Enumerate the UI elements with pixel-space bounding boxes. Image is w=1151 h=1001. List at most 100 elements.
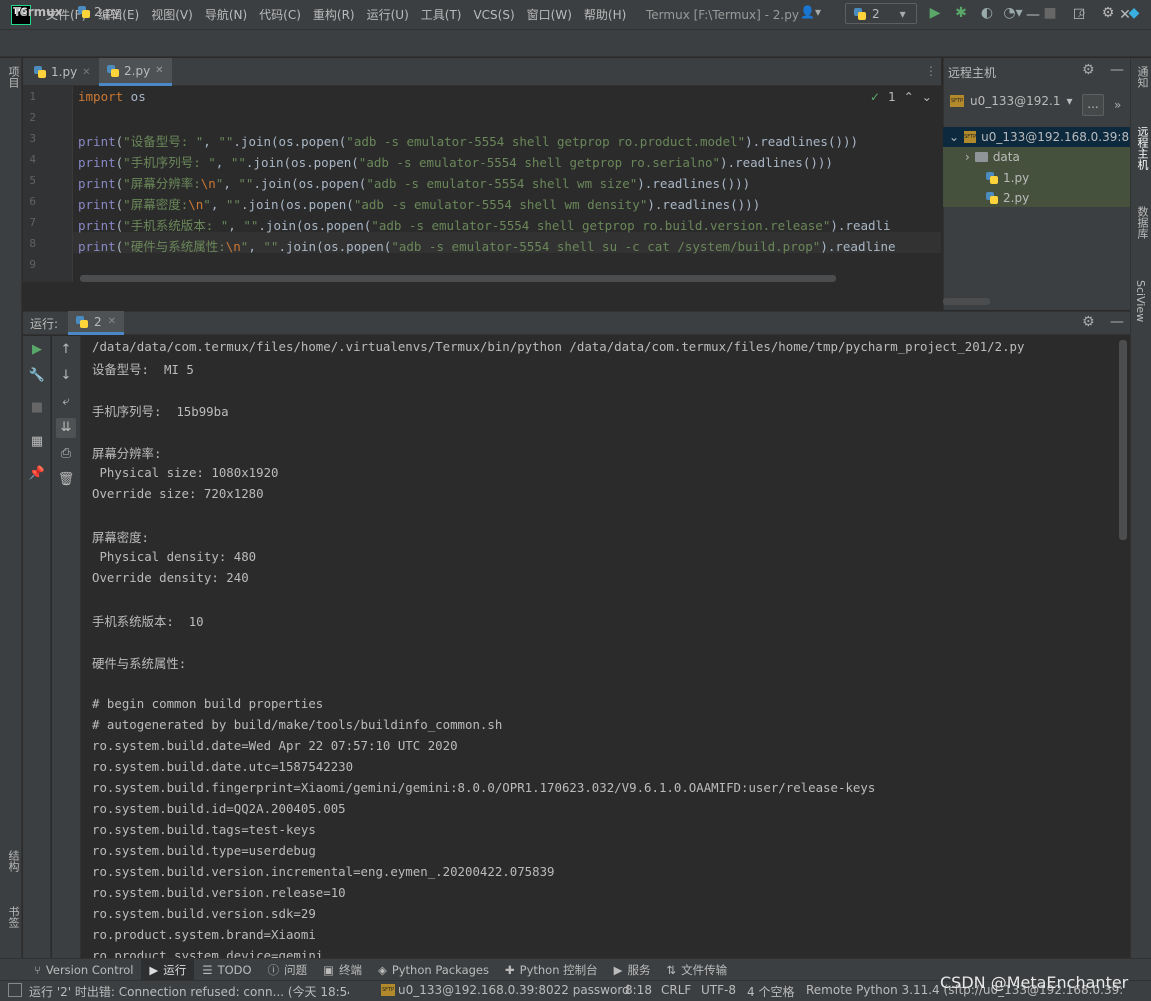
debug-icon[interactable]: ✱: [951, 3, 971, 23]
code-token: "": [238, 176, 254, 191]
tool-label: 服务: [627, 963, 651, 977]
close-tab-icon[interactable]: ✕: [108, 316, 116, 327]
code-token: os: [123, 89, 146, 104]
problems-tool[interactable]: ⓘ 问题: [260, 959, 316, 981]
code-token: ,: [203, 134, 219, 149]
menu-item[interactable]: 窗口(W): [521, 0, 578, 30]
status-remote-host[interactable]: SFTP u0_133@192.168.0.39:8022 password: [381, 983, 630, 997]
code-line[interactable]: print("手机系统版本: ", "".join(os.popen("adb …: [78, 215, 891, 234]
terminal-tool[interactable]: ▣ 终端: [315, 959, 370, 981]
code-line[interactable]: print("硬件与系统属性:\n", "".join(os.popen("ad…: [78, 236, 896, 255]
settings-icon[interactable]: ⚙: [1082, 314, 1095, 330]
more-button[interactable]: ...: [1082, 94, 1104, 116]
breadcrumb-file[interactable]: 2.py: [78, 5, 120, 19]
sciview-tool-button[interactable]: SciView: [1134, 280, 1147, 322]
tab-1-py[interactable]: 1.py ✕: [26, 58, 99, 86]
soft-wrap-icon[interactable]: ⤶: [56, 392, 76, 412]
remote-tree-item-2-py[interactable]: 2.py: [986, 188, 1029, 208]
stop-icon[interactable]: ■: [27, 398, 47, 418]
remote-host-select[interactable]: SFTP u0_133@192.1 ▾: [950, 94, 1073, 108]
menu-item[interactable]: 帮助(H): [578, 0, 632, 30]
horizontal-scrollbar[interactable]: [80, 275, 836, 282]
arrow-up-icon[interactable]: ↑: [56, 340, 76, 360]
settings-icon[interactable]: ⚙: [1082, 62, 1095, 78]
profile-icon[interactable]: ◔▾: [1003, 3, 1023, 23]
code-line[interactable]: print("设备型号: ", "".join(os.popen("adb -s…: [78, 131, 858, 150]
status-encoding[interactable]: UTF-8: [701, 983, 736, 997]
tool-label: Python 控制台: [519, 963, 598, 977]
status-caret-position[interactable]: 8:18: [625, 983, 652, 997]
notifications-tool-button[interactable]: 通知: [1134, 66, 1150, 88]
console-vertical-scrollbar[interactable]: [1119, 340, 1127, 540]
settings-icon[interactable]: ⚙: [1098, 3, 1118, 23]
menu-item[interactable]: 代码(C): [253, 0, 307, 30]
remote-host-title: 远程主机: [948, 66, 997, 80]
menu-item[interactable]: 工具(T): [415, 0, 468, 30]
menu-item[interactable]: 重构(R): [307, 0, 361, 30]
python-console-tool[interactable]: ✚ Python 控制台: [497, 959, 606, 981]
version-control-tool[interactable]: ⑂ Version Control: [26, 959, 141, 981]
tab-2-py[interactable]: 2.py ✕: [99, 58, 172, 86]
wrench-icon[interactable]: 🔧: [27, 366, 47, 386]
user-icon[interactable]: 👤▾: [800, 5, 821, 19]
console-line: ro.system.build.version.incremental=eng.…: [92, 864, 555, 879]
python-packages-tool[interactable]: ◈ Python Packages: [370, 959, 497, 981]
left-tool-stripe: [0, 58, 22, 958]
layout-icon[interactable]: ▦: [27, 432, 47, 452]
project-tool-button[interactable]: 项目: [5, 66, 21, 88]
bookmarks-tool-button[interactable]: 书签: [5, 906, 21, 928]
code-token: print: [78, 197, 116, 212]
remote-tree-root[interactable]: ⌄ SFTP u0_133@192.168.0.39:802: [943, 127, 1144, 147]
run-icon: ▶: [149, 963, 159, 977]
minimize-panel-icon[interactable]: —: [1110, 314, 1124, 330]
console-line: ro.system.build.fingerprint=Xiaomi/gemin…: [92, 780, 876, 795]
status-message[interactable]: 运行 '2' 时出错: Connection refused: conn... …: [29, 983, 349, 1000]
run-icon[interactable]: ▶: [925, 3, 945, 23]
menu-item[interactable]: 运行(U): [361, 0, 415, 30]
structure-tool-button[interactable]: 结构: [5, 850, 21, 872]
code-line[interactable]: print("屏幕分辨率:\n", "".join(os.popen("adb …: [78, 173, 750, 192]
menu-item[interactable]: VCS(S): [467, 0, 520, 30]
print-icon[interactable]: ⎙: [56, 444, 76, 464]
chevron-down-icon[interactable]: ⌄: [922, 90, 932, 104]
code-line[interactable]: print("手机序列号: ", "".join(os.popen("adb -…: [78, 152, 833, 171]
search-icon[interactable]: ⌕: [1072, 3, 1092, 23]
remote-tree-item-data[interactable]: › data: [965, 147, 1020, 167]
close-tab-icon[interactable]: ✕: [155, 65, 163, 76]
breadcrumb-project[interactable]: Termux: [13, 5, 62, 19]
todo-tool[interactable]: ☰ TODO: [194, 959, 259, 981]
database-tool-button[interactable]: 数据库: [1134, 206, 1150, 239]
remote-host-tool-button[interactable]: 远程主机: [1134, 126, 1150, 170]
status-line-separator[interactable]: CRLF: [661, 983, 691, 997]
code-line[interactable]: print("屏幕密度:\n", "".join(os.popen("adb -…: [78, 194, 760, 213]
remote-tree-item-1-py[interactable]: 1.py: [986, 168, 1029, 188]
code-line[interactable]: import os: [78, 89, 146, 104]
status-indent[interactable]: 4 个空格: [747, 983, 794, 1000]
services-tool[interactable]: ▶ 服务: [606, 959, 659, 981]
jetbrains-toolbox-icon[interactable]: ◆: [1124, 3, 1144, 23]
rerun-icon[interactable]: ▶: [27, 340, 47, 360]
expand-icon[interactable]: »: [1114, 98, 1121, 112]
run-configuration-select[interactable]: 2 ▾: [845, 3, 917, 24]
menu-item[interactable]: 导航(N): [199, 0, 253, 30]
coverage-icon[interactable]: ◐: [977, 3, 997, 23]
inspection-widget[interactable]: ✓ 1 ⌃ ⌄: [870, 90, 932, 104]
status-panel-icon[interactable]: [8, 983, 22, 997]
stop-icon[interactable]: ■: [1040, 3, 1060, 23]
code-token: .join(os.popen(: [240, 197, 354, 212]
menu-item[interactable]: 视图(V): [145, 0, 199, 30]
csdn-watermark: CSDN @MetaEnchanter: [940, 973, 1129, 992]
minimize-panel-icon[interactable]: —: [1110, 62, 1124, 78]
run-tool[interactable]: ▶ 运行: [141, 959, 195, 981]
remote-horizontal-scrollbar[interactable]: [943, 298, 990, 305]
chevron-up-icon[interactable]: ⌃: [904, 90, 914, 104]
close-tab-icon[interactable]: ✕: [82, 67, 90, 78]
arrow-down-icon[interactable]: ↓: [56, 366, 76, 386]
file-transfer-tool[interactable]: ⇅ 文件传输: [659, 959, 736, 981]
trash-icon[interactable]: 🗑: [56, 470, 76, 490]
scroll-to-end-icon[interactable]: ⇊: [56, 418, 76, 438]
pin-icon[interactable]: 📌: [27, 464, 47, 484]
console-line: ro.system.build.version.release=10: [92, 885, 346, 900]
run-tab[interactable]: 2 ✕: [68, 311, 125, 335]
tab-menu-icon[interactable]: ⋮: [925, 64, 937, 78]
